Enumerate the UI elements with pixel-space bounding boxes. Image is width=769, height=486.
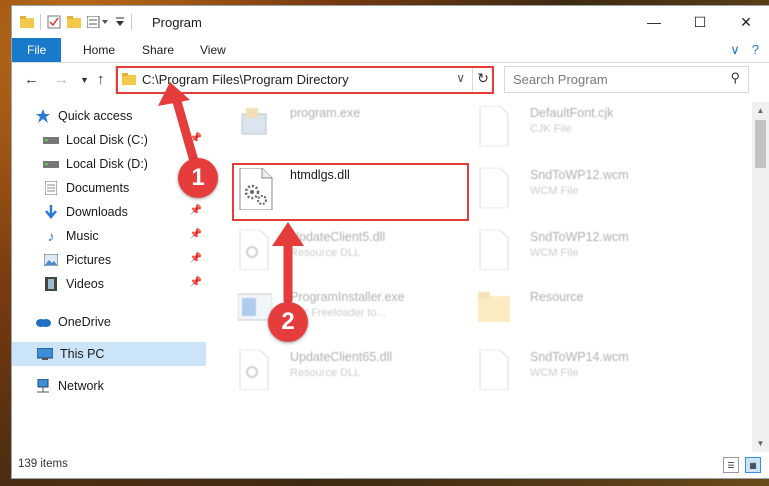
maximize-button[interactable]: ☐	[677, 6, 723, 38]
dll-gear-icon	[238, 229, 280, 278]
scroll-up-icon[interactable]: ▲	[752, 102, 769, 119]
vertical-scrollbar[interactable]: ▲ ▼	[752, 102, 769, 452]
pin-icon[interactable]: 📌	[190, 277, 202, 288]
quick-access-toolbar	[20, 14, 132, 30]
ribbon-controls: ∨ ?	[730, 42, 759, 58]
dll-gear-icon	[238, 349, 280, 398]
file-highlight-box	[232, 163, 469, 221]
sidebar-item-quick-access[interactable]: Quick access	[34, 104, 206, 128]
list-item[interactable]: Resource	[478, 290, 584, 338]
sidebar-item-downloads[interactable]: Downloads 📌	[42, 200, 206, 224]
back-icon[interactable]: ←	[24, 71, 39, 88]
sidebar-item-this-pc[interactable]: This PC	[12, 342, 206, 366]
list-item[interactable]: UpdateClient65.dll Resource DLL	[238, 349, 392, 398]
sidebar-item-label: Local Disk (D:)	[66, 157, 148, 171]
list-item[interactable]: program.exe	[238, 106, 360, 154]
tab-share[interactable]: Share	[130, 38, 186, 62]
scroll-thumb[interactable]	[755, 120, 766, 168]
documents-icon	[42, 180, 60, 196]
sidebar-item-label: OneDrive	[58, 315, 111, 329]
download-icon	[42, 204, 60, 220]
window-title: Program	[152, 15, 202, 30]
file-icon	[478, 349, 520, 398]
view-toggle: ☰ ▦	[723, 457, 761, 473]
music-icon: ♪	[47, 228, 55, 244]
layout-icon[interactable]	[87, 16, 109, 28]
tab-file[interactable]: File	[12, 38, 62, 62]
caption-buttons: — ☐ ✕	[631, 6, 769, 38]
item-count: 139 items	[18, 458, 68, 470]
file-explorer-window: Program — ☐ ✕ File Home Share View ∨ ? ←…	[12, 6, 769, 478]
minimize-button[interactable]: —	[631, 6, 677, 38]
drive-icon	[42, 132, 60, 148]
sidebar-item-label: This PC	[60, 347, 105, 361]
network-icon	[34, 378, 52, 394]
drive-icon	[42, 156, 60, 172]
help-icon[interactable]: ?	[752, 42, 759, 58]
folder-icon	[478, 290, 520, 338]
list-item[interactable]: SndToWP12.wcm WCM File	[478, 229, 629, 278]
list-item[interactable]: SndToWP12.wcm WCM File	[478, 167, 629, 216]
pin-icon[interactable]: 📌	[190, 133, 202, 144]
list-item[interactable]: DefaultFont.cjk CJK File	[478, 105, 613, 154]
sidebar-item-label: Music	[66, 229, 99, 243]
cloud-icon	[34, 314, 52, 330]
computer-icon	[36, 346, 54, 362]
navigation-pane: Quick access Local Disk (C:) 📌 Local Dis…	[12, 102, 206, 452]
pin-icon[interactable]: 📌	[190, 205, 202, 216]
file-icon	[478, 229, 520, 278]
pin-icon[interactable]: 📌	[190, 253, 202, 264]
sidebar-item-label: Videos	[66, 277, 104, 291]
status-bar: 139 items ☰ ▦	[12, 452, 769, 478]
search-box[interactable]: Search Program ⚲	[504, 66, 749, 93]
details-view-icon[interactable]: ☰	[723, 457, 739, 473]
sidebar-item-music[interactable]: ♪ Music 📌	[42, 224, 206, 248]
search-icon[interactable]: ⚲	[730, 70, 740, 86]
file-list: program.exe DefaultFont.cjk CJK File htmd…	[208, 102, 743, 452]
sidebar-item-label: Downloads	[66, 205, 128, 219]
sidebar-item-label: Quick access	[58, 109, 133, 123]
recent-locations-icon[interactable]: ▼	[80, 75, 89, 85]
sidebar-item-label: Documents	[66, 181, 130, 195]
pictures-icon	[42, 252, 60, 268]
sidebar-item-label: Pictures	[66, 253, 112, 267]
forward-icon[interactable]: →	[54, 71, 69, 88]
customize-toolbar-icon[interactable]	[115, 16, 125, 28]
expand-ribbon-icon[interactable]: ∨	[730, 42, 740, 58]
sidebar-item-videos[interactable]: Videos 📌	[42, 272, 206, 296]
pin-icon[interactable]: 📌	[190, 229, 202, 240]
star-icon	[34, 108, 52, 124]
title-bar: Program — ☐ ✕	[12, 6, 769, 38]
tab-view[interactable]: View	[188, 38, 238, 62]
sidebar-item-local-disk-c[interactable]: Local Disk (C:) 📌	[42, 128, 206, 152]
sidebar-item-network[interactable]: Network	[34, 374, 206, 398]
step-badge-1: 1	[178, 158, 218, 198]
file-icon	[478, 105, 520, 154]
ribbon: File Home Share View ∨ ?	[12, 38, 769, 63]
tab-home[interactable]: Home	[71, 38, 127, 62]
address-highlight-box	[116, 66, 494, 94]
properties-icon[interactable]	[47, 15, 61, 29]
sidebar-item-pictures[interactable]: Pictures 📌	[42, 248, 206, 272]
sidebar-item-onedrive[interactable]: OneDrive	[34, 310, 206, 334]
videos-icon	[42, 276, 60, 292]
tiles-view-icon[interactable]: ▦	[745, 457, 761, 473]
step-badge-2: 2	[268, 302, 308, 342]
close-button[interactable]: ✕	[723, 6, 769, 38]
folder-icon	[20, 16, 34, 28]
sidebar-item-label: Network	[58, 379, 104, 393]
list-item[interactable]: UpdateClient5.dll Resource DLL	[238, 229, 385, 278]
up-icon[interactable]: ↑	[97, 71, 105, 88]
new-folder-icon[interactable]	[67, 16, 81, 28]
sidebar-item-label: Local Disk (C:)	[66, 133, 148, 147]
exe-icon	[238, 106, 280, 154]
file-icon	[478, 167, 520, 216]
search-input[interactable]: Search Program	[513, 72, 608, 87]
list-item[interactable]: ProgramInstaller.exe DIY Freeloader to...	[237, 290, 405, 338]
list-item[interactable]: SndToWP14.wcm WCM File	[478, 349, 629, 398]
scroll-down-icon[interactable]: ▼	[752, 435, 769, 452]
